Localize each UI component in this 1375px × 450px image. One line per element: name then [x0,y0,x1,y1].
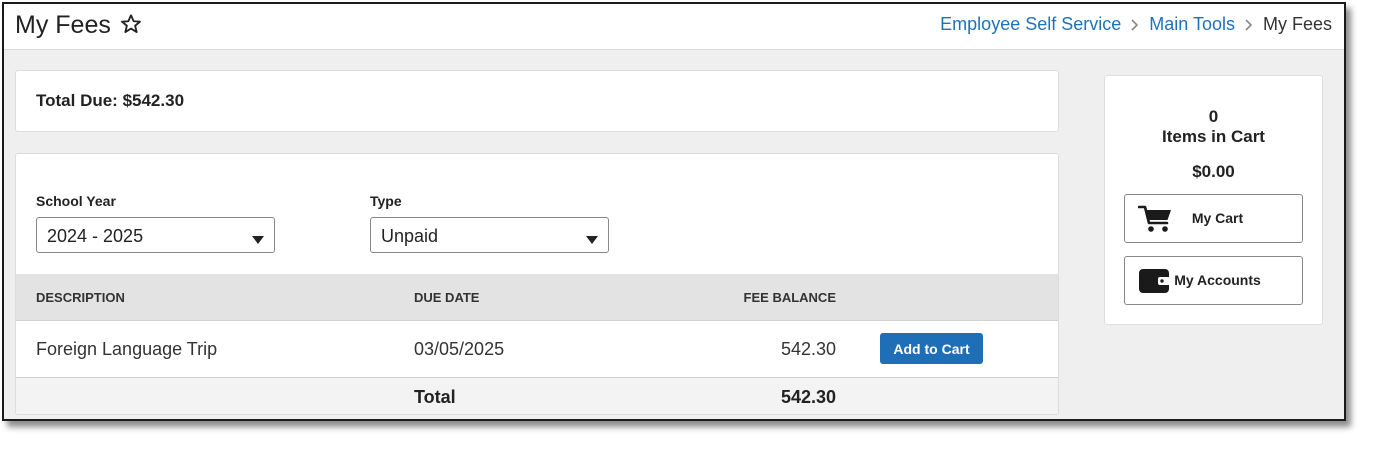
cart-panel: 0 Items in Cart $0.00 My Cart My Account… [1104,75,1323,325]
my-cart-label: My Cart [1191,210,1244,226]
add-to-cart-button[interactable]: Add to Cart [880,333,983,364]
column-header-due-date: DUE DATE [414,290,480,305]
type-value: Unpaid [381,226,439,246]
app-window: My Fees Employee Self Service Main Tools… [2,2,1346,421]
type-select[interactable]: Unpaid [370,217,609,253]
school-year-value: 2024 - 2025 [47,226,144,246]
total-value: 542.30 [780,387,836,407]
cart-total: $0.00 [1192,162,1235,181]
table-header: DESCRIPTION DUE DATE FEE BALANCE [16,274,1058,321]
my-cart-button[interactable]: My Cart [1124,194,1303,243]
dropdown-arrow-icon [586,231,598,249]
page-title: My Fees [15,11,111,39]
school-year-label: School Year [36,193,116,209]
total-label: Total [414,387,456,407]
star-icon[interactable] [120,13,142,40]
chevron-right-icon [1244,18,1254,32]
chevron-right-icon [1130,18,1140,32]
table-row: Foreign Language Trip 03/05/2025 542.30 … [16,321,1058,378]
fee-due-date: 03/05/2025 [414,339,505,359]
fee-balance: 542.30 [780,339,836,359]
column-header-description: DESCRIPTION [36,290,125,305]
my-accounts-button[interactable]: My Accounts [1124,256,1303,305]
breadcrumb-main-tools[interactable]: Main Tools [1149,14,1235,35]
total-due-text: Total Due: $542.30 [36,91,185,110]
fees-card: School Year 2024 - 2025 Type Unpaid DESC… [15,153,1059,415]
cart-items-label: Items in Cart [1162,127,1265,146]
column-header-fee-balance: FEE BALANCE [743,290,836,305]
breadcrumb: Employee Self Service Main Tools My Fees [940,14,1332,35]
table-footer: Total 542.30 [16,378,1058,414]
my-accounts-label: My Accounts [1174,272,1261,288]
fee-description: Foreign Language Trip [36,339,218,359]
breadcrumb-employee-self-service[interactable]: Employee Self Service [940,14,1121,35]
top-bar: My Fees Employee Self Service Main Tools… [4,4,1344,50]
school-year-select[interactable]: 2024 - 2025 [36,217,275,253]
breadcrumb-current-page: My Fees [1262,14,1332,34]
dropdown-arrow-icon [252,231,264,249]
type-label: Type [370,193,402,209]
cart-item-count: 0 [1208,107,1219,126]
total-due-card: Total Due: $542.30 [15,70,1059,132]
